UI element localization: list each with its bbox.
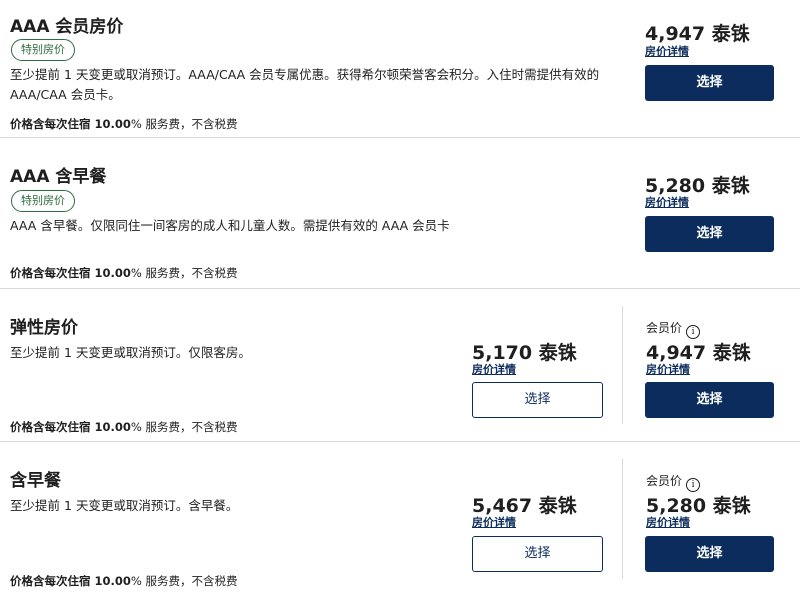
member-rate-label: 会员价 i: [646, 319, 701, 339]
service-fee-bold: 价格含每次住宿 10.00: [10, 117, 131, 131]
member-select-button[interactable]: 选择: [645, 536, 774, 572]
rate-details-link[interactable]: 房价详情: [645, 43, 689, 59]
rate-card-aaa-member: AAA 会员房价 特别房价 至少提前 1 天变更或取消预订。AAA/CAA 会员…: [0, 0, 800, 138]
member-rate-label-text: 会员价: [646, 474, 683, 488]
select-button[interactable]: 选择: [472, 382, 603, 418]
service-fee-bold: 价格含每次住宿 10.00: [10, 266, 131, 280]
member-rate-details-link[interactable]: 房价详情: [646, 361, 690, 377]
service-fee-rest: % 服务费，不含税费: [130, 420, 238, 434]
special-rate-badge: 特别房价: [11, 190, 75, 212]
select-button[interactable]: 选择: [472, 536, 603, 572]
service-fee-note: 价格含每次住宿 10.00% 服务费，不含税费: [10, 265, 237, 281]
rate-title: AAA 会员房价: [10, 17, 124, 37]
select-button[interactable]: 选择: [645, 216, 774, 252]
member-rate-label-text: 会员价: [646, 321, 683, 335]
rate-description: 至少提前 1 天变更或取消预订。仅限客房。: [10, 345, 251, 360]
rate-card-flexible: 弹性房价 至少提前 1 天变更或取消预订。仅限客房。 价格含每次住宿 10.00…: [0, 289, 800, 442]
service-fee-note: 价格含每次住宿 10.00% 服务费，不含税费: [10, 419, 237, 435]
service-fee-bold: 价格含每次住宿 10.00: [10, 420, 131, 434]
service-fee-rest: % 服务费，不含税费: [130, 117, 238, 131]
special-rate-badge: 特别房价: [11, 39, 75, 61]
column-divider: [622, 306, 623, 424]
rate-description: AAA 含早餐。仅限同住一间客房的成人和儿童人数。需提供有效的 AAA 会员卡: [10, 218, 450, 233]
rate-description: 至少提前 1 天变更或取消预订。含早餐。: [10, 498, 239, 513]
rate-card-breakfast: 含早餐 至少提前 1 天变更或取消预订。含早餐。 价格含每次住宿 10.00% …: [0, 442, 800, 600]
rate-title: 弹性房价: [10, 318, 78, 338]
service-fee-note: 价格含每次住宿 10.00% 服务费，不含税费: [10, 573, 237, 589]
member-rate-details-link[interactable]: 房价详情: [646, 514, 690, 530]
column-divider: [622, 459, 623, 579]
rate-description: 至少提前 1 天变更或取消预订。AAA/CAA 会员专属优惠。获得希尔顿荣誉客会…: [10, 67, 600, 102]
service-fee-rest: % 服务费，不含税费: [130, 574, 238, 588]
rate-details-link[interactable]: 房价详情: [472, 514, 516, 530]
select-button[interactable]: 选择: [645, 65, 774, 101]
rate-card-aaa-breakfast: AAA 含早餐 特别房价 AAA 含早餐。仅限同住一间客房的成人和儿童人数。需提…: [0, 138, 800, 289]
member-rate-label: 会员价 i: [646, 472, 701, 492]
rate-details-link[interactable]: 房价详情: [472, 361, 516, 377]
member-select-button[interactable]: 选择: [645, 382, 774, 418]
info-icon[interactable]: i: [686, 478, 701, 492]
rate-details-link[interactable]: 房价详情: [645, 194, 689, 210]
info-icon[interactable]: i: [686, 325, 701, 339]
service-fee-bold: 价格含每次住宿 10.00: [10, 574, 131, 588]
rate-price: 4,947 泰铢: [645, 23, 750, 45]
service-fee-note: 价格含每次住宿 10.00% 服务费，不含税费: [10, 116, 237, 132]
rate-title: 含早餐: [10, 471, 61, 491]
rate-title: AAA 含早餐: [10, 167, 107, 187]
service-fee-rest: % 服务费，不含税费: [130, 266, 238, 280]
